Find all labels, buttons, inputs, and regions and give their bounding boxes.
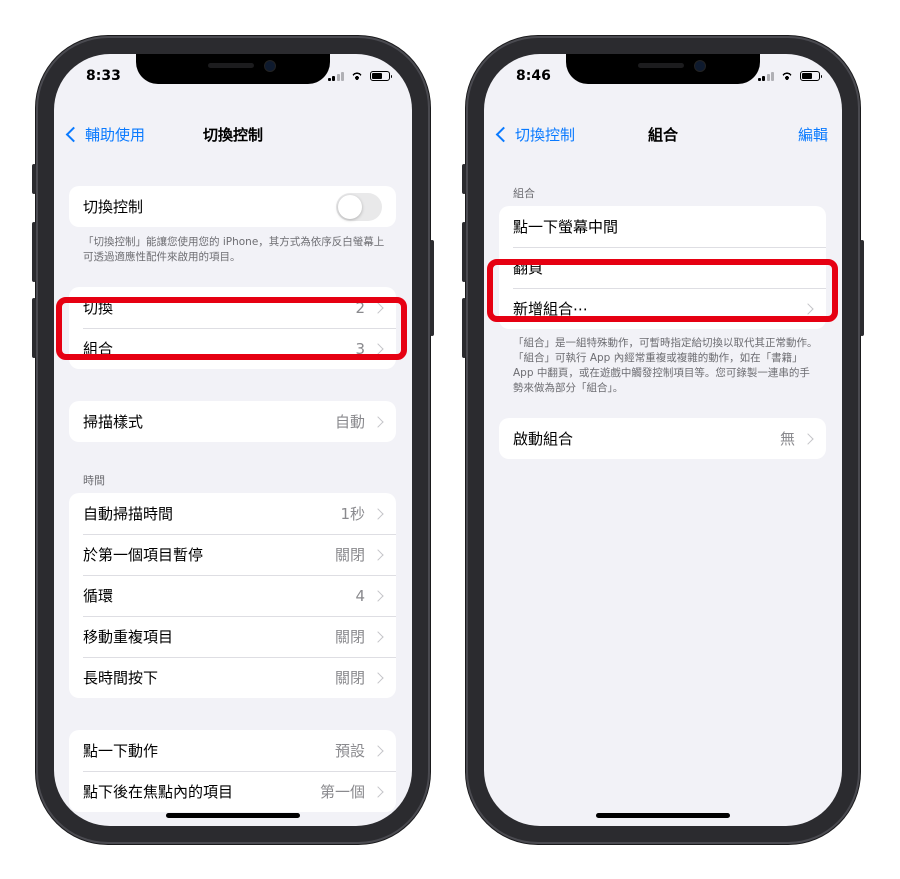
row-value: 自動 — [334, 413, 365, 431]
home-indicator — [596, 813, 730, 818]
list-item-loops[interactable]: 循環 4 — [69, 575, 396, 616]
row-value: 關閉 — [334, 628, 365, 646]
right-phone: 8:46 切換控制 組合 編輯 組合 點一下螢幕中間 翻頁 新增組合⋯ 「組合」… — [462, 36, 864, 844]
row-label: 移動重複項目 — [83, 628, 174, 646]
chevron-right-icon — [372, 785, 384, 798]
left-phone: 8:33 輔助使用 切換控制 切換控制 「切換控制」能讓您使用您的 iPhone… — [32, 36, 434, 844]
switch-control-row: 切換控制 — [69, 186, 396, 227]
nav-bar: 輔助使用 切換控制 — [54, 124, 412, 148]
left-screen: 8:33 輔助使用 切換控制 切換控制 「切換控制」能讓您使用您的 iPhone… — [54, 54, 412, 826]
side-button — [860, 240, 864, 336]
recipes-footnote: 「組合」是一組特殊動作，可暫時指定給切換以取代其正常動作。「組合」可執行 App… — [513, 337, 818, 394]
list-item-tap-behavior[interactable]: 點一下動作 預設 — [69, 730, 396, 771]
list-item-launch-recipe[interactable]: 啟動組合 無 — [499, 418, 826, 459]
notch — [136, 54, 330, 84]
list-item-focused-item-after-tap[interactable]: 點下後在焦點內的項目 第一個 — [69, 771, 396, 812]
launch-recipe-group: 啟動組合 無 — [499, 418, 826, 459]
notch — [566, 54, 760, 84]
chevron-left-icon — [65, 126, 82, 143]
recipes-section-header: 組合 — [513, 187, 535, 200]
wifi-icon — [350, 71, 364, 81]
volume-up-button — [32, 222, 36, 282]
row-label: 啟動組合 — [513, 430, 574, 448]
battery-icon — [370, 71, 392, 81]
status-time: 8:33 — [86, 68, 121, 84]
status-time: 8:46 — [516, 68, 551, 84]
switch-control-footnote: 「切換控制」能讓您使用您的 iPhone，其方式為依序反白螢幕上可透過適應性配件… — [83, 236, 385, 263]
row-label: 長時間按下 — [83, 669, 159, 687]
list-item-long-press[interactable]: 長時間按下 關閉 — [69, 657, 396, 698]
chevron-right-icon — [372, 548, 384, 561]
highlight-box-recipes — [56, 297, 407, 360]
list-item-move-repeat[interactable]: 移動重複項目 關閉 — [69, 616, 396, 657]
timing-section-header: 時間 — [83, 474, 105, 487]
row-label: 點下後在焦點內的項目 — [83, 783, 234, 801]
switch-control-label: 切換控制 — [83, 198, 144, 216]
back-label: 切換控制 — [515, 126, 576, 144]
switch-control-toggle[interactable] — [336, 192, 382, 221]
volume-up-button — [462, 222, 466, 282]
cellular-signal-icon — [757, 71, 774, 81]
back-label: 輔助使用 — [85, 126, 146, 144]
row-label: 自動掃描時間 — [83, 505, 174, 523]
timing-group: 自動掃描時間 1秒 於第一個項目暫停 關閉 循環 4 移動重複項目 關閉 長時間… — [69, 493, 396, 698]
home-indicator — [166, 813, 300, 818]
battery-icon — [800, 71, 822, 81]
volume-down-button — [32, 298, 36, 358]
chevron-right-icon — [802, 432, 814, 445]
edit-button[interactable]: 編輯 — [798, 124, 828, 145]
volume-down-button — [462, 298, 466, 358]
chevron-right-icon — [372, 671, 384, 684]
back-button[interactable]: 輔助使用 — [62, 124, 145, 145]
chevron-right-icon — [372, 630, 384, 643]
chevron-right-icon — [372, 744, 384, 757]
wifi-icon — [780, 71, 794, 81]
row-value: 預設 — [334, 742, 365, 760]
chevron-right-icon — [372, 589, 384, 602]
list-item-pause-on-first-item[interactable]: 於第一個項目暫停 關閉 — [69, 534, 396, 575]
chevron-right-icon — [372, 507, 384, 520]
chevron-left-icon — [495, 126, 512, 143]
status-icons — [757, 71, 822, 81]
side-button — [430, 240, 434, 336]
scanning-style-group: 掃描樣式 自動 — [69, 401, 396, 442]
row-value: 無 — [779, 430, 795, 448]
row-label: 循環 — [83, 587, 114, 605]
row-value: 4 — [355, 586, 365, 605]
mute-switch — [462, 164, 466, 194]
list-item-scanning-style[interactable]: 掃描樣式 自動 — [69, 401, 396, 442]
status-icons — [327, 71, 392, 81]
switch-control-toggle-group: 切換控制 — [69, 186, 396, 227]
cellular-signal-icon — [327, 71, 344, 81]
list-item-tap-middle-of-screen[interactable]: 點一下螢幕中間 — [499, 206, 826, 247]
row-label: 於第一個項目暫停 — [83, 546, 204, 564]
list-item-auto-scanning-time[interactable]: 自動掃描時間 1秒 — [69, 493, 396, 534]
row-value: 1秒 — [340, 505, 365, 523]
right-screen: 8:46 切換控制 組合 編輯 組合 點一下螢幕中間 翻頁 新增組合⋯ 「組合」… — [484, 54, 842, 826]
nav-bar: 切換控制 組合 編輯 — [484, 124, 842, 148]
row-label: 點一下螢幕中間 — [513, 218, 619, 236]
row-label: 點一下動作 — [83, 742, 159, 760]
back-button[interactable]: 切換控制 — [492, 124, 575, 145]
highlight-box-add-recipe — [487, 259, 838, 322]
row-label: 掃描樣式 — [83, 413, 144, 431]
chevron-right-icon — [372, 415, 384, 428]
row-value: 關閉 — [334, 669, 365, 687]
tap-behavior-group: 點一下動作 預設 點下後在焦點內的項目 第一個 — [69, 730, 396, 812]
row-value: 第一個 — [319, 783, 365, 801]
mute-switch — [32, 164, 36, 194]
row-value: 關閉 — [334, 546, 365, 564]
